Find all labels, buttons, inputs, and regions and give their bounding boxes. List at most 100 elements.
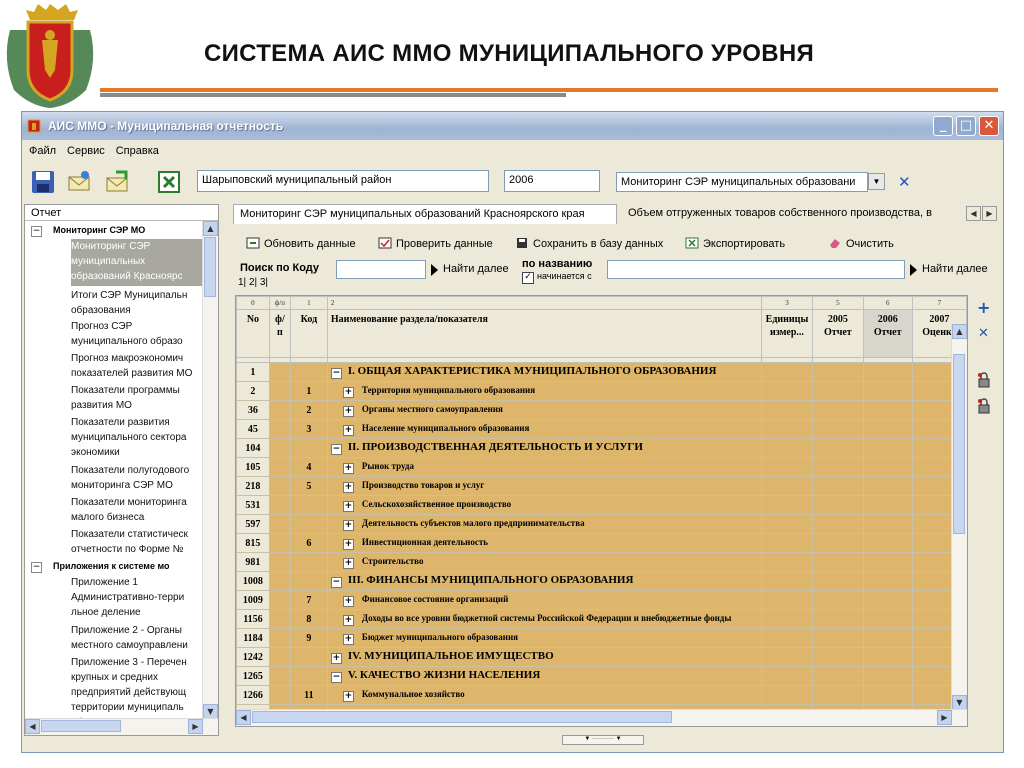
scroll-thumb[interactable] xyxy=(953,354,965,534)
indicator-name-cell[interactable]: + Коммунальное хозяйство xyxy=(326,685,762,705)
value-2005-cell[interactable] xyxy=(812,362,864,382)
tree-horizontal-scrollbar[interactable]: ◀ ▶ xyxy=(25,718,218,735)
refresh-data-button[interactable]: Обновить данные xyxy=(246,237,356,250)
value-2006-cell[interactable] xyxy=(862,628,913,648)
expand-icon[interactable]: + xyxy=(342,538,354,550)
tree-item[interactable]: Приложение 2 - Органы местного самоуправ… xyxy=(71,623,205,653)
value-2006-cell[interactable] xyxy=(862,419,913,439)
export-button[interactable]: Экспортировать xyxy=(685,237,785,250)
collapse-icon[interactable]: − xyxy=(330,577,342,588)
expand-icon[interactable]: + xyxy=(342,519,354,531)
row-number-cell[interactable]: 36 xyxy=(236,400,270,420)
expand-icon[interactable]: + xyxy=(330,653,342,664)
collapse-icon[interactable]: − xyxy=(330,368,342,379)
collapse-icon[interactable]: − xyxy=(330,444,342,455)
value-2006-cell[interactable] xyxy=(862,457,913,477)
tree-item[interactable]: Прогноз макроэкономич показателей развит… xyxy=(71,351,205,381)
expand-icon[interactable]: + xyxy=(342,633,354,645)
collapse-icon[interactable]: − xyxy=(330,672,342,683)
table-row[interactable]: 105 4 + Рынок труда xyxy=(236,457,967,477)
unit-cell[interactable] xyxy=(760,457,814,477)
value-2005-cell[interactable] xyxy=(812,647,864,667)
value-2005-cell[interactable] xyxy=(812,533,864,553)
indicator-name-cell[interactable]: + Деятельность субъектов малого предприни… xyxy=(326,514,762,534)
value-2005-cell[interactable] xyxy=(812,476,864,496)
fp-cell[interactable] xyxy=(268,457,291,477)
value-2005-cell[interactable] xyxy=(812,457,864,477)
code-cell[interactable] xyxy=(289,647,328,667)
grid-vertical-scrollbar[interactable]: ▲ ▼ xyxy=(951,324,967,710)
scroll-thumb[interactable] xyxy=(41,720,121,732)
fp-cell[interactable] xyxy=(268,400,291,420)
value-2006-cell[interactable] xyxy=(862,381,913,401)
save-to-db-button[interactable]: Сохранить в базу данных xyxy=(515,237,663,250)
fp-cell[interactable] xyxy=(268,514,291,534)
value-2005-cell[interactable] xyxy=(812,628,864,648)
table-row[interactable]: 531 + Сельскохозяйственное производство xyxy=(236,495,967,515)
district-field[interactable]: Шарыповский муниципальный район xyxy=(197,170,489,192)
code-cell[interactable] xyxy=(289,362,328,382)
indicator-name-cell[interactable]: − V. КАЧЕСТВО ЖИЗНИ НАСЕЛЕНИЯ xyxy=(326,666,762,686)
value-2006-cell[interactable] xyxy=(862,438,913,458)
row-number-cell[interactable]: 104 xyxy=(236,438,270,458)
row-number-cell[interactable]: 218 xyxy=(236,476,270,496)
value-2006-cell[interactable] xyxy=(862,609,913,629)
indicator-name-cell[interactable]: + Сельскохозяйственное производство xyxy=(326,495,762,515)
grid-horizontal-scrollbar[interactable]: ◀ ▶ xyxy=(236,709,967,726)
expand-icon[interactable]: + xyxy=(342,481,354,493)
fp-cell[interactable] xyxy=(268,438,291,458)
code-cell[interactable]: 8 xyxy=(289,609,328,629)
row-number-cell[interactable]: 105 xyxy=(236,457,270,477)
table-row[interactable]: 218 5 + Производство товаров и услуг xyxy=(236,476,967,496)
tree-item[interactable]: Показатели статистическ отчетности по Фо… xyxy=(71,527,205,557)
column-header[interactable]: No xyxy=(236,309,270,358)
fp-cell[interactable] xyxy=(268,381,291,401)
row-number-cell[interactable]: 981 xyxy=(236,552,270,572)
scroll-down-icon[interactable]: ▼ xyxy=(952,695,967,710)
unit-cell[interactable] xyxy=(760,533,814,553)
indicator-name-cell[interactable]: + Инвестиционная деятельность xyxy=(326,533,762,553)
tab-shipped-goods[interactable]: Объем отгруженных товаров собственного п… xyxy=(622,204,964,224)
unit-cell[interactable] xyxy=(760,419,814,439)
expand-icon[interactable]: + xyxy=(342,690,354,702)
value-2005-cell[interactable] xyxy=(812,685,864,705)
table-row[interactable]: 45 3 + Население муниципального образования xyxy=(236,419,967,439)
code-cell[interactable]: 3 xyxy=(289,419,328,439)
scroll-thumb[interactable] xyxy=(204,237,216,297)
row-number-cell[interactable]: 1156 xyxy=(236,609,270,629)
column-header[interactable]: Единицы измер... xyxy=(760,309,814,358)
indicator-name-cell[interactable]: + Производство товаров и услуг xyxy=(326,476,762,496)
row-number-cell[interactable]: 1242 xyxy=(236,647,270,667)
scroll-left-icon[interactable]: ◀ xyxy=(25,719,40,734)
scroll-up-icon[interactable]: ▲ xyxy=(203,221,218,236)
indicator-name-cell[interactable]: − II. ПРОИЗВОДСТВЕННАЯ ДЕЯТЕЛЬНОСТЬ И УСЛ… xyxy=(326,438,762,458)
value-2006-cell[interactable] xyxy=(862,666,913,686)
tree-item[interactable]: Мониторинг СЭР муниципальных образований… xyxy=(71,239,205,286)
unit-cell[interactable] xyxy=(760,590,814,610)
collapse-icon[interactable]: − xyxy=(31,562,42,573)
row-number-cell[interactable]: 1008 xyxy=(236,571,270,591)
unit-cell[interactable] xyxy=(760,438,814,458)
value-2006-cell[interactable] xyxy=(862,514,913,534)
indicator-name-cell[interactable]: + Население муниципального образования xyxy=(326,419,762,439)
level-selector[interactable]: 1| 2| 3| xyxy=(238,277,268,288)
unit-cell[interactable] xyxy=(760,362,814,382)
indicator-name-cell[interactable]: + Рынок труда xyxy=(326,457,762,477)
unit-cell[interactable] xyxy=(760,628,814,648)
unit-cell[interactable] xyxy=(760,685,814,705)
year-field[interactable]: 2006 xyxy=(504,170,600,192)
code-cell[interactable] xyxy=(289,571,328,591)
code-cell[interactable]: 9 xyxy=(289,628,328,648)
indicator-name-cell[interactable]: − I. ОБЩАЯ ХАРАКТЕРИСТИКА МУНИЦИПАЛЬНОГО … xyxy=(326,362,762,382)
fp-cell[interactable] xyxy=(268,419,291,439)
report-type-select[interactable]: Мониторинг СЭР муниципальных образовани xyxy=(616,172,868,192)
table-row[interactable]: 1 − I. ОБЩАЯ ХАРАКТЕРИСТИКА МУНИЦИПАЛЬНОГО… xyxy=(236,362,967,382)
menu-help[interactable]: Справка xyxy=(109,142,163,157)
unit-cell[interactable] xyxy=(760,495,814,515)
row-number-cell[interactable]: 1 xyxy=(236,362,270,382)
value-2006-cell[interactable] xyxy=(862,400,913,420)
indicator-name-cell[interactable]: + Финансовое состояние организаций xyxy=(326,590,762,610)
column-header[interactable]: Наименование раздела/показателя xyxy=(326,309,762,358)
table-row[interactable]: 597 + Деятельность субъектов малого предпр… xyxy=(236,514,967,534)
value-2006-cell[interactable] xyxy=(862,571,913,591)
